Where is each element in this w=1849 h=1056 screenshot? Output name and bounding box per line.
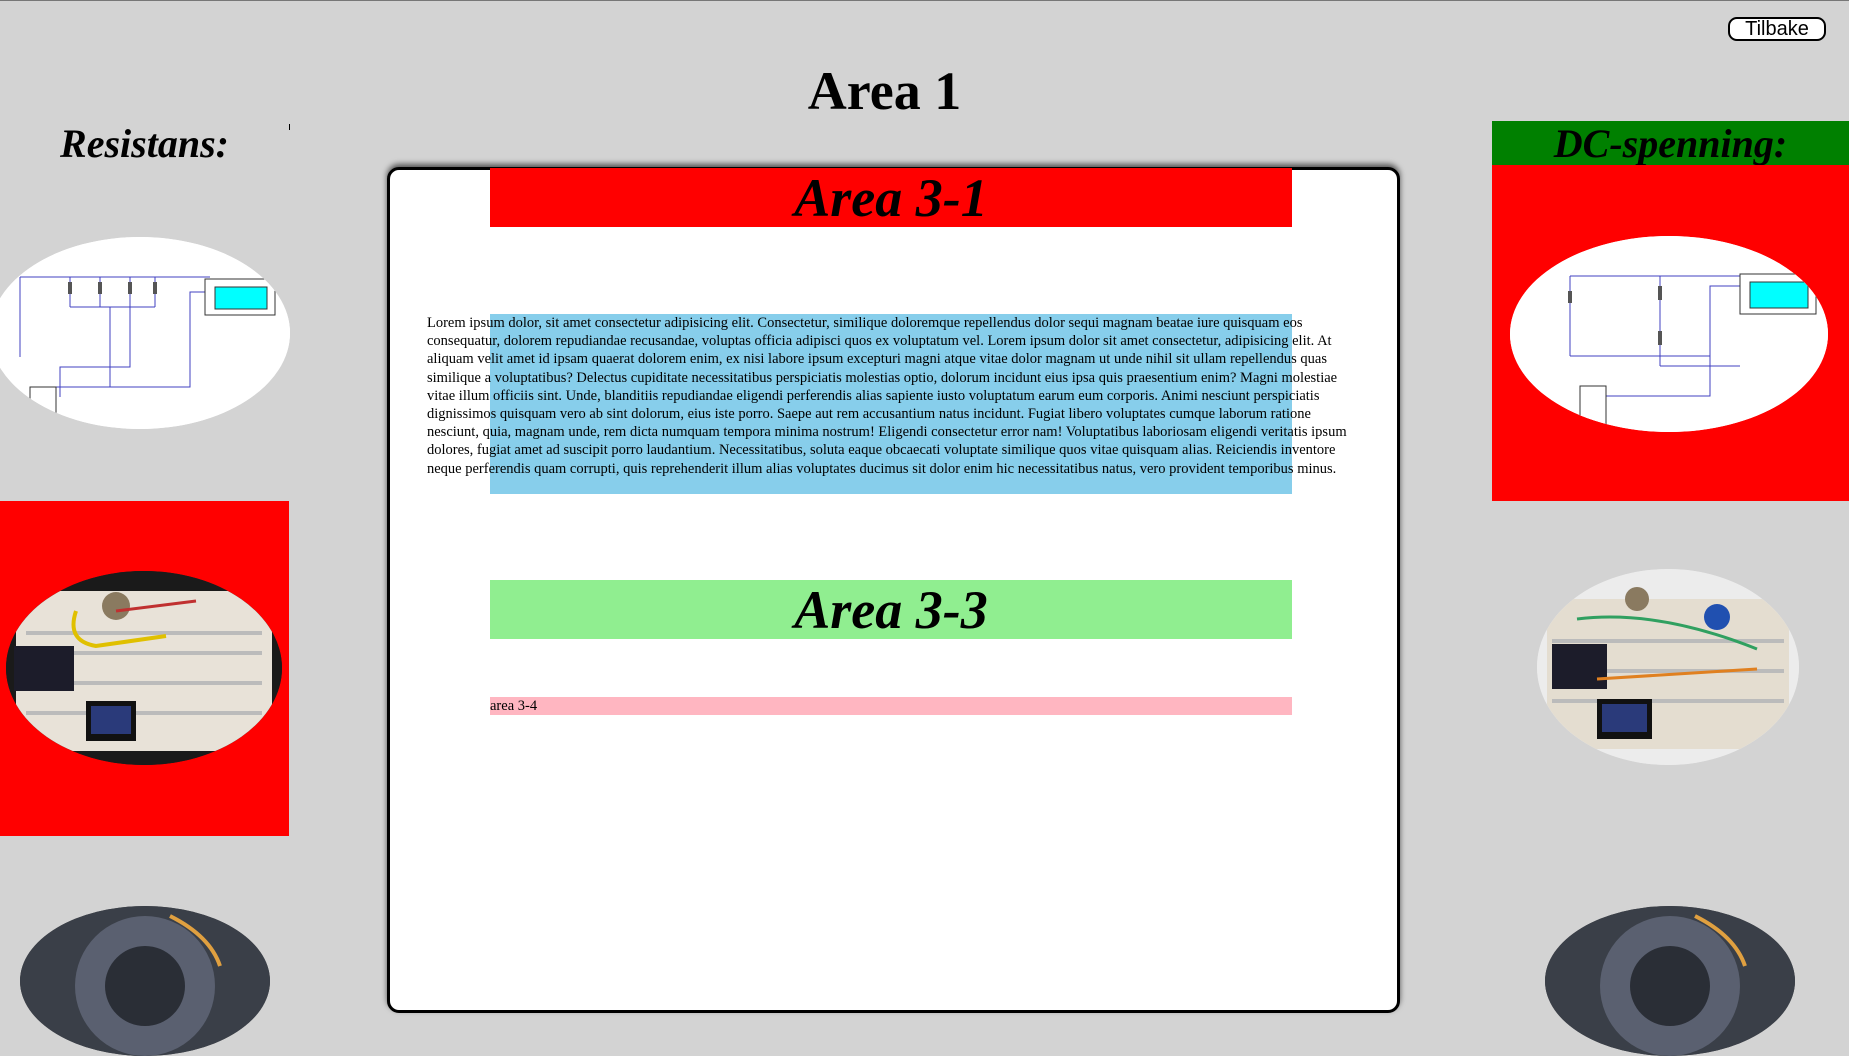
breadboard-photo-right [1537,569,1799,765]
speaker-photo-right [1545,906,1795,1056]
resistance-title: Resistans: [60,121,229,166]
area-3-3-title: Area 3-3 [490,580,1292,640]
lorem-paragraph: Lorem ipsum dolor, sit amet consectetur … [427,315,1347,477]
speaker-photo-left [20,906,270,1056]
page-title: Area 1 [807,61,962,121]
area-3-1-title: Area 3-1 [490,168,1292,228]
divider-mark [289,124,290,130]
area-3-4-block: area 3-4 [490,697,1292,715]
back-button[interactable]: Tilbake [1728,17,1826,41]
dc-voltage-circuit-image [1510,236,1828,432]
dc-voltage-title: DC-spenning: [1492,121,1849,167]
breadboard-photo-left [6,571,282,765]
resistance-circuit-image [0,237,290,429]
